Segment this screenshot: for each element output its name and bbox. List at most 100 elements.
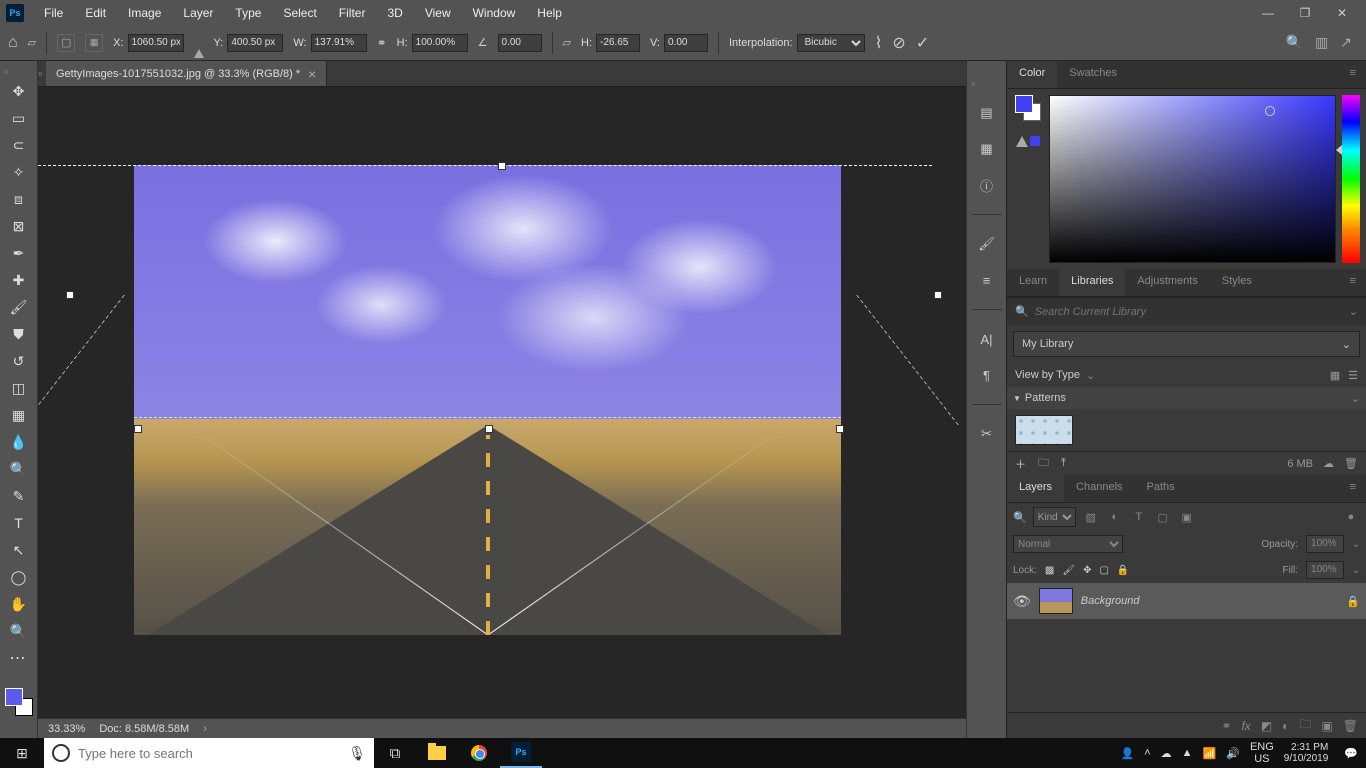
zoom-tool[interactable]: 🔍 [5, 619, 33, 643]
menu-help[interactable]: Help [527, 3, 572, 23]
add-content-icon[interactable]: ＋ [1015, 456, 1026, 472]
crop-tool[interactable]: ⧈ [5, 187, 33, 211]
lang-line1[interactable]: ENG [1250, 741, 1274, 753]
character-panel-icon[interactable]: A| [975, 328, 999, 350]
commit-transform-icon[interactable]: ✓ [916, 33, 929, 53]
layer-filter-select[interactable]: Kind [1033, 507, 1076, 527]
layer-mask-icon[interactable]: ◩ [1261, 719, 1272, 733]
brush-tool[interactable]: 🖌 [5, 295, 33, 319]
volume-icon[interactable]: 🔊 [1226, 747, 1240, 760]
out-of-gamut-warning-icon[interactable] [1016, 135, 1040, 147]
adjustments-tab[interactable]: Adjustments [1125, 269, 1210, 296]
brushes-panel-icon[interactable]: 🖌 [975, 233, 999, 255]
interp-select[interactable]: Bicubic [797, 34, 865, 52]
window-close-button[interactable]: ✕ [1324, 2, 1360, 24]
skew-h-icon[interactable]: ▱ [563, 36, 571, 49]
pen-tool[interactable]: ✎ [5, 484, 33, 508]
status-chevron-icon[interactable]: › [203, 723, 207, 735]
layers-panel-menu[interactable]: ≡ [1340, 475, 1366, 502]
link-icon[interactable]: ⚭ [377, 36, 387, 50]
reference-point-icon[interactable]: ▢ [57, 34, 75, 52]
transform-handle-bottom-center[interactable] [485, 425, 493, 433]
filter-pixel-icon[interactable]: ▧ [1082, 508, 1100, 526]
h-input[interactable] [412, 34, 468, 52]
rotate-input[interactable] [498, 34, 542, 52]
hue-strip[interactable] [1342, 95, 1360, 263]
window-minimize-button[interactable]: — [1250, 2, 1286, 24]
patterns-section-header[interactable]: ▼Patterns ⌄ [1007, 387, 1366, 409]
history-panel-icon[interactable]: ▤ [975, 102, 999, 124]
add-folder-icon[interactable]: 🗀 [1038, 454, 1049, 473]
color-field[interactable] [1049, 95, 1336, 263]
start-button[interactable]: ⊞ [0, 738, 44, 768]
notifications-icon[interactable]: 💬 [1344, 747, 1358, 760]
close-tab-icon[interactable]: × [308, 66, 316, 82]
paragraph-panel-icon[interactable]: ¶ [975, 364, 999, 386]
taskbar-search-input[interactable] [78, 746, 340, 761]
filter-smart-icon[interactable]: ▣ [1178, 508, 1196, 526]
menu-edit[interactable]: Edit [75, 3, 116, 23]
layer-name[interactable]: Background [1081, 595, 1140, 607]
lasso-tool[interactable]: ⊂ [5, 133, 33, 157]
wifi-icon[interactable]: 📶 [1203, 747, 1217, 760]
chevron-down-icon[interactable]: ⌄ [1352, 539, 1360, 550]
layer-thumbnail[interactable] [1039, 588, 1073, 614]
lang-line2[interactable]: US [1250, 753, 1274, 765]
taskbar-chrome[interactable] [458, 738, 500, 768]
learn-tab[interactable]: Learn [1007, 269, 1059, 296]
grid-view-icon[interactable]: ▦ [1330, 369, 1340, 382]
taskbar-search[interactable]: 🎙 [44, 738, 374, 768]
opacity-input[interactable]: 100% [1306, 535, 1344, 553]
visibility-eye-icon[interactable]: 👁 [1013, 593, 1031, 610]
styles-tab[interactable]: Styles [1210, 269, 1264, 296]
library-select[interactable]: My Library⌄ [1013, 331, 1360, 357]
menu-3d[interactable]: 3D [377, 3, 412, 23]
color-panel-menu[interactable]: ≡ [1340, 61, 1366, 88]
network-icon[interactable]: ▲ [1182, 747, 1193, 759]
swatches-tab[interactable]: Swatches [1057, 61, 1129, 88]
paths-tab[interactable]: Paths [1135, 475, 1187, 502]
gradient-tool[interactable]: ▦ [5, 403, 33, 427]
warp-icon[interactable]: ⌇ [875, 33, 883, 53]
tool-presets-icon[interactable]: ✂ [975, 423, 999, 445]
section-chevron-icon[interactable]: ⌄ [1351, 392, 1360, 405]
task-view-button[interactable]: ⧉ [374, 738, 416, 768]
tray-chevron-icon[interactable]: ˄ [1144, 747, 1150, 759]
doc-info[interactable]: Doc: 8.58M/8.58M [99, 723, 189, 735]
transform-handle-left[interactable] [66, 291, 74, 299]
lock-position-icon[interactable]: ✥ [1083, 565, 1091, 576]
blend-mode-select[interactable]: Normal [1013, 535, 1123, 553]
menu-filter[interactable]: Filter [329, 3, 376, 23]
lock-pixels-icon[interactable]: 🖌 [1062, 565, 1075, 576]
filter-adjustment-icon[interactable]: ◐ [1106, 508, 1124, 526]
rotate-icon[interactable]: ∠ [478, 36, 488, 49]
pattern-thumbnail[interactable] [1015, 415, 1073, 445]
transform-handle-bottom-right[interactable] [836, 425, 844, 433]
delta-icon[interactable] [194, 37, 204, 49]
y-input[interactable] [227, 34, 283, 52]
document-tab[interactable]: GettyImages-1017551032.jpg @ 33.3% (RGB/… [46, 61, 327, 86]
taskbar-clock[interactable]: 2:31 PM 9/10/2019 [1284, 742, 1335, 764]
cloud-icon[interactable]: ☁ [1323, 457, 1334, 470]
w-input[interactable] [311, 34, 367, 52]
reference-point-grid[interactable]: ▦ [85, 34, 103, 52]
filter-toggle-icon[interactable]: ● [1342, 508, 1360, 526]
onedrive-icon[interactable]: ☁ [1161, 747, 1172, 760]
transform-tool-icon[interactable]: ▱ [28, 36, 36, 49]
arrange-icon[interactable]: ▥ [1315, 34, 1328, 51]
library-search-input[interactable] [1035, 306, 1343, 318]
menu-file[interactable]: File [34, 3, 73, 23]
menu-type[interactable]: Type [225, 3, 271, 23]
eraser-tool[interactable]: ◫ [5, 376, 33, 400]
shape-tool[interactable]: ◯ [5, 565, 33, 589]
foreground-color-swatch[interactable] [5, 688, 23, 706]
delete-layer-icon[interactable]: 🗑 [1343, 719, 1358, 733]
upload-icon[interactable]: ⤒ [1061, 457, 1066, 470]
info-panel-icon[interactable]: ⓘ [975, 174, 999, 196]
libraries-tab[interactable]: Libraries [1059, 269, 1125, 296]
fill-input[interactable]: 100% [1306, 561, 1344, 579]
libraries-panel-menu[interactable]: ≡ [1340, 269, 1366, 296]
transform-handle-right[interactable] [934, 291, 942, 299]
lock-all-icon[interactable]: 🔒 [1117, 565, 1129, 576]
library-search[interactable]: 🔍 ⌄ [1007, 297, 1366, 325]
